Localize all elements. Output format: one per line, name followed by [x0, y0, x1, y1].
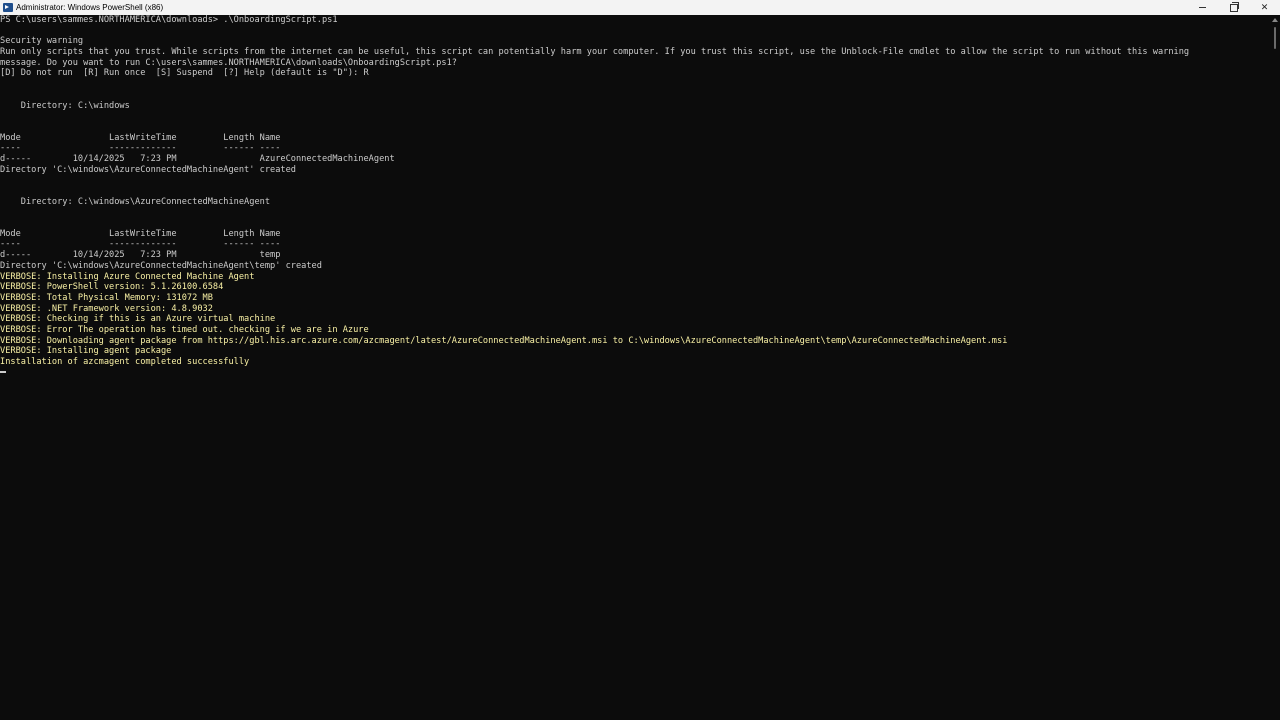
console-line: Security warning	[0, 36, 84, 47]
console-line: [D] Do not run [R] Run once [S] Suspend …	[0, 68, 369, 79]
console-line: VERBOSE: Checking if this is an Azure vi…	[0, 314, 276, 325]
console-line: Directory: C:\windows\AzureConnectedMach…	[0, 196, 271, 207]
console-line: message. Do you want to run C:\users\sam…	[0, 57, 457, 68]
vertical-scrollbar[interactable]	[1270, 15, 1280, 720]
scroll-up-arrow-icon[interactable]	[1272, 18, 1278, 22]
console-output[interactable]: PS C:\users\sammes.NORTHAMERICA\download…	[0, 15, 1270, 720]
close-icon: ✕	[1260, 2, 1269, 13]
console-line: ---- ------------- ------ ----	[0, 239, 281, 250]
console-line: VERBOSE: Installing Azure Connected Mach…	[0, 271, 255, 282]
console-line: VERBOSE: Error The operation has timed o…	[0, 324, 369, 335]
text-cursor	[0, 371, 6, 374]
console-line: Installation of azcmagent completed succ…	[0, 357, 250, 367]
console-line: Run only scripts that you trust. While s…	[0, 47, 1190, 58]
scroll-thumb[interactable]	[1274, 27, 1276, 49]
console-line: Directory 'C:\windows\AzureConnectedMach…	[0, 260, 322, 271]
maximize-button[interactable]	[1218, 0, 1249, 15]
console-line: VERBOSE: .NET Framework version: 4.8.903…	[0, 303, 213, 314]
powershell-window: Administrator: Windows PowerShell (x86) …	[0, 0, 1280, 720]
window-controls: ✕	[1187, 0, 1280, 15]
console-line: VERBOSE: PowerShell version: 5.1.26100.6…	[0, 282, 224, 293]
minimize-button[interactable]	[1187, 0, 1218, 15]
console-line: PS C:\users\sammes.NORTHAMERICA\download…	[0, 15, 338, 25]
console-line: d----- 10/14/2025 7:23 PM temp	[0, 250, 281, 261]
console-line: Directory 'C:\windows\AzureConnectedMach…	[0, 164, 296, 175]
minimize-icon	[1199, 7, 1206, 8]
console-line: d----- 10/14/2025 7:23 PM AzureConnected…	[0, 153, 395, 164]
window-title: Administrator: Windows PowerShell (x86)	[16, 3, 164, 12]
console-line: ---- ------------- ------ ----	[0, 143, 281, 154]
close-button[interactable]: ✕	[1249, 0, 1280, 15]
cursor-line	[0, 368, 1270, 379]
console-line: VERBOSE: Installing agent package	[0, 346, 172, 357]
console-line: Mode LastWriteTime Length Name	[0, 132, 281, 143]
restore-icon	[1229, 1, 1239, 12]
console-line: VERBOSE: Total Physical Memory: 131072 M…	[0, 292, 213, 303]
console-line: Mode LastWriteTime Length Name	[0, 228, 281, 239]
console-line: VERBOSE: Downloading agent package from …	[0, 335, 1008, 346]
powershell-icon	[3, 3, 13, 12]
title-bar[interactable]: Administrator: Windows PowerShell (x86) …	[0, 0, 1280, 15]
console-line: Directory: C:\windows	[0, 100, 130, 111]
